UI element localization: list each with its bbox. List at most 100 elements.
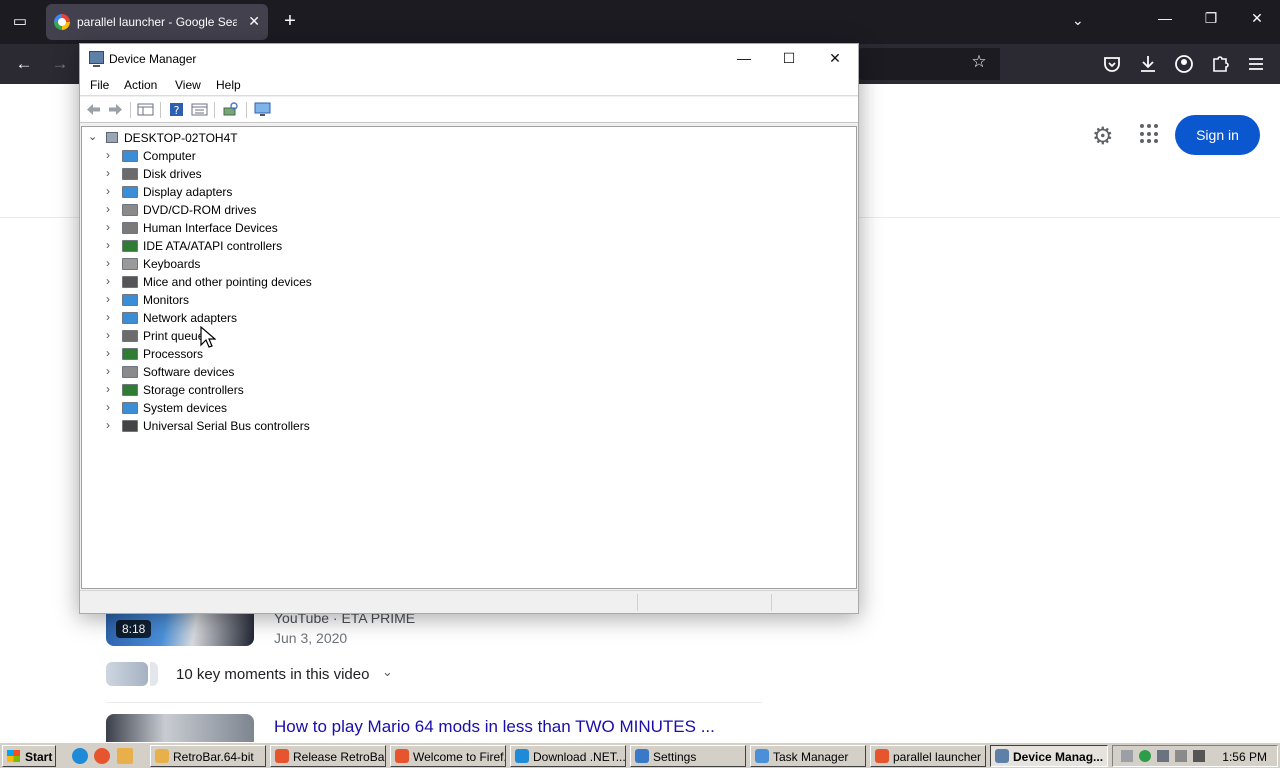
tray-icon[interactable] — [1121, 750, 1133, 762]
minimize-button[interactable]: — — [734, 50, 754, 66]
expand-chevron-icon[interactable]: › — [106, 328, 110, 342]
device-category-node[interactable]: › Print queues — [82, 327, 482, 345]
taskbar-button[interactable]: parallel launcher -... — [870, 745, 986, 767]
account-icon[interactable] — [1172, 53, 1196, 75]
device-category-node[interactable]: › Software devices — [82, 363, 482, 381]
device-category-node[interactable]: › Display adapters — [82, 183, 482, 201]
menu-view[interactable]: View — [175, 78, 201, 92]
expand-chevron-icon[interactable]: › — [106, 220, 110, 234]
expand-chevron-icon[interactable]: › — [106, 418, 110, 432]
expand-chevron-icon[interactable]: › — [106, 238, 110, 252]
expand-chevron-icon[interactable]: › — [106, 256, 110, 270]
device-category-node[interactable]: › System devices — [82, 399, 482, 417]
device-category-node[interactable]: › Storage controllers — [82, 381, 482, 399]
device-category-label: Mice and other pointing devices — [143, 275, 312, 289]
result-title-link[interactable]: How to play Mario 64 mods in less than T… — [274, 717, 715, 737]
list-all-tabs-icon[interactable]: ⌄ — [1072, 12, 1084, 29]
back-arrow-icon[interactable] — [85, 102, 102, 117]
device-category-icon — [122, 150, 138, 162]
taskbar-button[interactable]: Download .NET... — [510, 745, 626, 767]
windows-logo-icon — [7, 750, 20, 762]
expand-chevron-icon[interactable]: › — [106, 148, 110, 162]
forward-button[interactable]: → — [48, 53, 72, 75]
tray-icon[interactable] — [1157, 750, 1169, 762]
video-thumbnail-2[interactable] — [106, 714, 254, 744]
tree-root-node[interactable]: ⌄ DESKTOP-02TOH4T — [82, 129, 382, 147]
properties-icon[interactable] — [191, 102, 208, 117]
show-hide-console-tree-icon[interactable] — [137, 102, 154, 117]
device-category-icon — [122, 186, 138, 198]
expand-chevron-icon[interactable]: › — [106, 382, 110, 396]
device-category-label: Processors — [143, 347, 204, 361]
scan-hardware-changes-icon[interactable] — [222, 102, 239, 117]
menu-file[interactable]: File — [90, 78, 109, 92]
device-category-node[interactable]: › IDE ATA/ATAPI controllers — [82, 237, 482, 255]
bookmark-star-icon[interactable]: ☆ — [966, 52, 992, 72]
device-category-node[interactable]: › Network adapters — [82, 309, 482, 327]
device-category-node[interactable]: › Processors — [82, 345, 482, 363]
browser-close-button[interactable]: ✕ — [1247, 10, 1267, 27]
computer-monitor-icon[interactable] — [254, 102, 271, 117]
device-category-node[interactable]: › Computer — [82, 147, 482, 165]
key-moments-label[interactable]: 10 key moments in this video — [176, 666, 369, 683]
downloads-icon[interactable] — [1136, 53, 1160, 75]
taskbar-button[interactable]: RetroBar.64-bit — [150, 745, 266, 767]
browser-minimize-button[interactable]: — — [1155, 10, 1175, 26]
forward-arrow-icon[interactable] — [107, 102, 124, 117]
expand-chevron-icon[interactable]: › — [106, 364, 110, 378]
expand-chevron-icon[interactable]: › — [106, 184, 110, 198]
device-manager-titlebar[interactable]: Device Manager — ☐ ✕ — [80, 44, 858, 74]
taskbar-button[interactable]: Device Manag... — [990, 745, 1108, 767]
chevron-down-icon[interactable]: ⌄ — [382, 664, 393, 680]
file-explorer-quicklaunch-icon[interactable] — [117, 748, 133, 764]
browser-restore-button[interactable]: ❐ — [1201, 10, 1221, 27]
maximize-button[interactable]: ☐ — [779, 50, 799, 67]
status-pane-divider — [637, 594, 638, 611]
clock[interactable]: 1:56 PM — [1222, 750, 1267, 764]
sign-in-button[interactable]: Sign in — [1175, 115, 1260, 155]
expand-chevron-icon[interactable]: › — [106, 346, 110, 360]
device-category-node[interactable]: › Universal Serial Bus controllers — [82, 417, 482, 435]
device-category-node[interactable]: › Mice and other pointing devices — [82, 273, 482, 291]
expand-chevron-icon[interactable]: › — [106, 166, 110, 180]
browser-tab-active[interactable]: parallel launcher - Google Search ✕ — [46, 4, 268, 40]
menu-action[interactable]: Action — [124, 78, 157, 92]
app-icon — [995, 749, 1009, 763]
firefox-quicklaunch-icon[interactable] — [94, 748, 110, 764]
device-category-label: Human Interface Devices — [143, 221, 278, 235]
extensions-icon[interactable] — [1208, 53, 1232, 75]
google-apps-icon[interactable] — [1140, 124, 1160, 144]
network-icon[interactable] — [1175, 750, 1187, 762]
expand-chevron-icon[interactable]: › — [106, 310, 110, 324]
expand-chevron-icon[interactable]: › — [106, 274, 110, 288]
taskbar-button[interactable]: Task Manager — [750, 745, 866, 767]
taskbar-button[interactable]: Release RetroBa... — [270, 745, 386, 767]
pocket-icon[interactable] — [1100, 53, 1124, 75]
device-category-label: Universal Serial Bus controllers — [143, 419, 310, 433]
volume-icon[interactable] — [1193, 750, 1205, 762]
back-button[interactable]: ← — [12, 53, 36, 75]
device-category-node[interactable]: › DVD/CD-ROM drives — [82, 201, 482, 219]
tray-icon[interactable] — [1139, 750, 1151, 762]
device-category-node[interactable]: › Human Interface Devices — [82, 219, 482, 237]
start-button[interactable]: Start — [2, 745, 56, 767]
close-button[interactable]: ✕ — [825, 50, 845, 67]
tab-close-icon[interactable]: ✕ — [248, 13, 260, 30]
collapse-chevron-icon[interactable]: ⌄ — [88, 130, 97, 143]
taskbar-button[interactable]: Welcome to Firef... — [390, 745, 506, 767]
settings-gear-icon[interactable]: ⚙ — [1092, 122, 1114, 151]
expand-chevron-icon[interactable]: › — [106, 202, 110, 216]
device-category-node[interactable]: › Keyboards — [82, 255, 482, 273]
computer-name: DESKTOP-02TOH4T — [124, 131, 238, 145]
taskbar-button[interactable]: Settings — [630, 745, 746, 767]
edge-quicklaunch-icon[interactable] — [72, 748, 88, 764]
help-icon[interactable]: ? — [168, 102, 185, 117]
new-tab-button[interactable]: + — [280, 10, 300, 34]
tab-overview-icon[interactable]: ▭ — [8, 10, 32, 34]
expand-chevron-icon[interactable]: › — [106, 400, 110, 414]
device-category-node[interactable]: › Disk drives — [82, 165, 482, 183]
device-category-node[interactable]: › Monitors — [82, 291, 482, 309]
menu-help[interactable]: Help — [216, 78, 241, 92]
expand-chevron-icon[interactable]: › — [106, 292, 110, 306]
menu-icon[interactable] — [1244, 53, 1268, 75]
